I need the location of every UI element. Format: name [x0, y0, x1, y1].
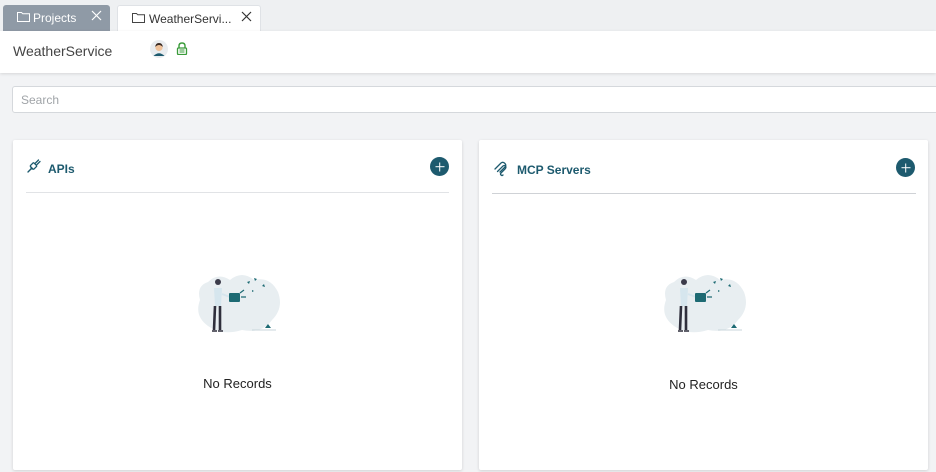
- folder-icon: [17, 12, 30, 22]
- mcp-icon: [494, 161, 507, 177]
- empty-state-text: No Records: [669, 377, 738, 392]
- mcp-servers-title: MCP Servers: [517, 163, 591, 177]
- empty-state-text: No Records: [203, 376, 272, 391]
- tab-label: Projects: [33, 11, 77, 25]
- user-avatar-icon[interactable]: [150, 40, 168, 58]
- close-icon[interactable]: [241, 11, 252, 22]
- mcp-servers-card: MCP Servers No Records: [479, 140, 928, 470]
- tab-label: WeatherServi...: [149, 12, 232, 26]
- divider: [492, 193, 916, 194]
- plug-icon: [27, 159, 41, 173]
- lock-icon: [176, 42, 188, 55]
- empty-state-illustration: [198, 275, 280, 333]
- apis-card: APIs No Records: [13, 140, 462, 470]
- folder-icon: [132, 13, 145, 23]
- tab-weatherservice[interactable]: WeatherServi...: [117, 5, 261, 31]
- close-icon[interactable]: [91, 10, 102, 21]
- project-header: WeatherService: [0, 31, 936, 73]
- tab-projects[interactable]: Projects: [3, 5, 110, 31]
- apis-title: APIs: [48, 162, 75, 176]
- tab-strip: Projects WeatherServi...: [0, 0, 936, 31]
- empty-state-illustration: [664, 275, 746, 333]
- divider: [26, 192, 449, 193]
- project-title: WeatherService: [13, 43, 113, 59]
- add-api-button[interactable]: [430, 157, 449, 176]
- add-mcp-server-button[interactable]: [896, 158, 915, 177]
- search-input[interactable]: [12, 86, 936, 113]
